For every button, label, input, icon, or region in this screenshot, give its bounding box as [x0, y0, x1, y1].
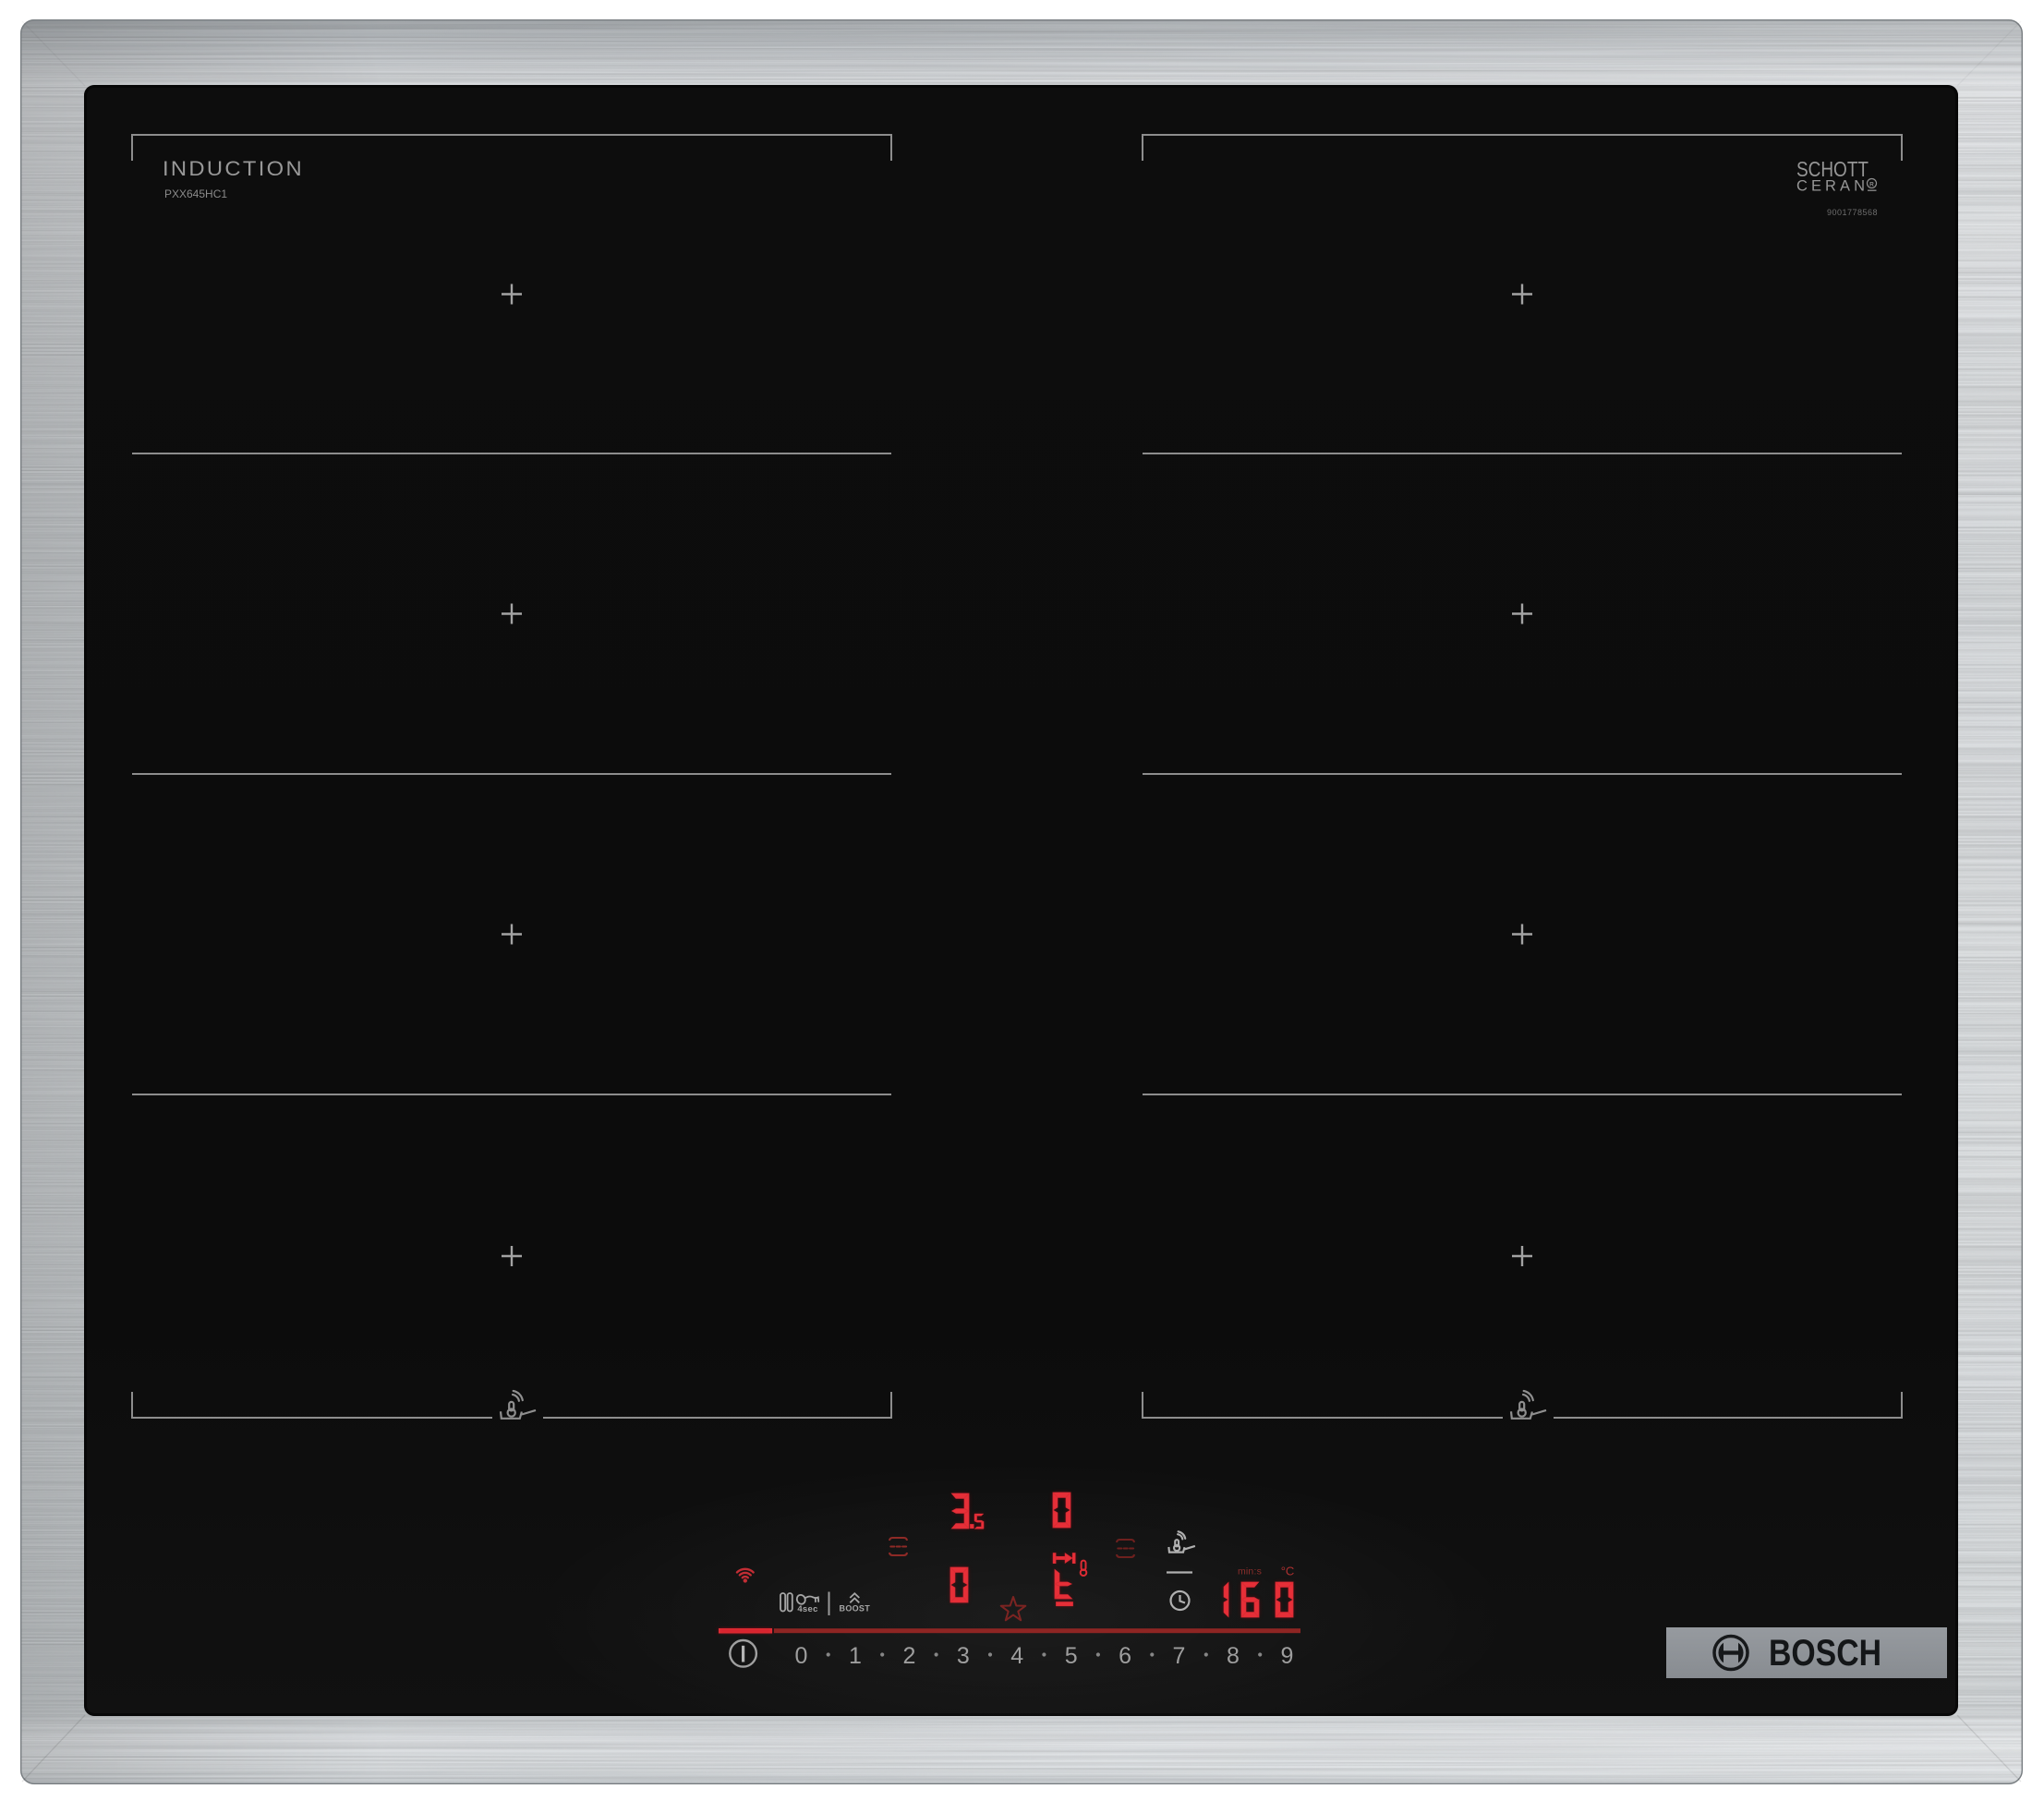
svg-text:min:s: min:s — [1238, 1566, 1262, 1577]
svg-text:0: 0 — [795, 1643, 808, 1669]
svg-text:R: R — [1869, 181, 1874, 187]
svg-text:4sec: 4sec — [797, 1604, 817, 1614]
svg-text:CERAN: CERAN — [1796, 178, 1865, 195]
svg-text:9: 9 — [1280, 1643, 1293, 1669]
svg-text:2: 2 — [902, 1643, 915, 1669]
svg-text:BOSCH: BOSCH — [1769, 1633, 1881, 1674]
svg-text:5: 5 — [1065, 1643, 1078, 1669]
svg-text:°C: °C — [1281, 1565, 1295, 1578]
svg-text:8: 8 — [1227, 1643, 1240, 1669]
svg-text:3: 3 — [957, 1643, 970, 1669]
svg-text:4: 4 — [1010, 1643, 1023, 1669]
svg-text:9001778568: 9001778568 — [1827, 208, 1878, 217]
svg-text:PXX645HC1: PXX645HC1 — [164, 187, 227, 200]
svg-text:BOOST: BOOST — [840, 1604, 871, 1614]
svg-text:1: 1 — [849, 1643, 862, 1669]
svg-text:6: 6 — [1119, 1643, 1131, 1669]
svg-text:INDUCTION: INDUCTION — [163, 157, 304, 180]
svg-text:7: 7 — [1173, 1643, 1186, 1669]
